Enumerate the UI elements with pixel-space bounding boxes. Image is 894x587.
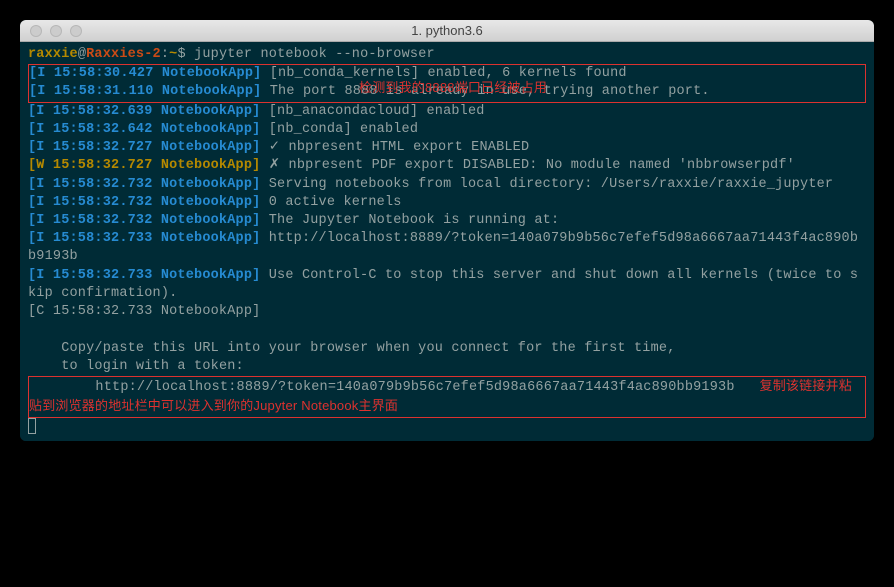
zoom-icon[interactable] bbox=[70, 25, 82, 37]
log-info-tag: [I 15:58:32.732 NotebookApp] bbox=[28, 195, 260, 210]
log-info-tag: [I 15:58:32.642 NotebookApp] bbox=[28, 122, 260, 137]
annotation-text-1: 检测到我的8888端口已经被占用 bbox=[359, 79, 547, 97]
traffic-lights bbox=[20, 25, 82, 37]
terminal-window: 1. python3.6 raxxie@Raxxies-2:~$ jupyter… bbox=[20, 20, 874, 441]
prompt-user: raxxie bbox=[28, 47, 78, 62]
log-msg: ✓ nbpresent HTML export ENABLED bbox=[260, 140, 529, 155]
annotation-box-2: http://localhost:8889/?token=140a079b9b5… bbox=[28, 376, 866, 418]
log-c-tag: [C 15:58:32.733 NotebookApp] bbox=[28, 304, 260, 319]
log-info-tag: [I 15:58:32.732 NotebookApp] bbox=[28, 177, 260, 192]
log-msg: [nb_anacondacloud] enabled bbox=[260, 104, 484, 119]
prompt-at: @ bbox=[78, 47, 86, 62]
log-info-tag: [I 15:58:30.427 NotebookApp] bbox=[29, 66, 261, 81]
log-info-tag: [I 15:58:32.727 NotebookApp] bbox=[28, 140, 260, 155]
log-info-tag: [I 15:58:32.733 NotebookApp] bbox=[28, 268, 260, 283]
window-title: 1. python3.6 bbox=[411, 23, 483, 38]
log-info-tag: [I 15:58:32.732 NotebookApp] bbox=[28, 213, 260, 228]
log-info-tag: [I 15:58:31.110 NotebookApp] bbox=[29, 84, 261, 99]
annotation-box-1: [I 15:58:30.427 NotebookApp] [nb_conda_k… bbox=[28, 64, 866, 102]
log-msg: ✗ nbpresent PDF export DISABLED: No modu… bbox=[260, 158, 795, 173]
url-line: http://localhost:8889/?token=140a079b9b5… bbox=[29, 380, 735, 395]
log-msg: Serving notebooks from local directory: … bbox=[260, 177, 833, 192]
close-icon[interactable] bbox=[30, 25, 42, 37]
log-msg: [nb_conda] enabled bbox=[260, 122, 418, 137]
log-warn-tag: [W 15:58:32.727 NotebookApp] bbox=[28, 158, 260, 173]
copy-paste-line2: to login with a token: bbox=[28, 359, 244, 374]
log-msg: 0 active kernels bbox=[260, 195, 401, 210]
minimize-icon[interactable] bbox=[50, 25, 62, 37]
terminal-content[interactable]: raxxie@Raxxies-2:~$ jupyter notebook --n… bbox=[20, 42, 874, 441]
log-info-tag: [I 15:58:32.639 NotebookApp] bbox=[28, 104, 260, 119]
cursor-icon bbox=[28, 418, 36, 434]
command-text: jupyter notebook --no-browser bbox=[194, 47, 435, 62]
log-msg: The Jupyter Notebook is running at: bbox=[260, 213, 559, 228]
prompt-sep: : bbox=[161, 47, 169, 62]
log-info-tag: [I 15:58:32.733 NotebookApp] bbox=[28, 231, 260, 246]
prompt-dollar: $ bbox=[177, 47, 194, 62]
prompt-host: Raxxies-2 bbox=[86, 47, 161, 62]
titlebar[interactable]: 1. python3.6 bbox=[20, 20, 874, 42]
copy-paste-line1: Copy/paste this URL into your browser wh… bbox=[28, 341, 676, 356]
